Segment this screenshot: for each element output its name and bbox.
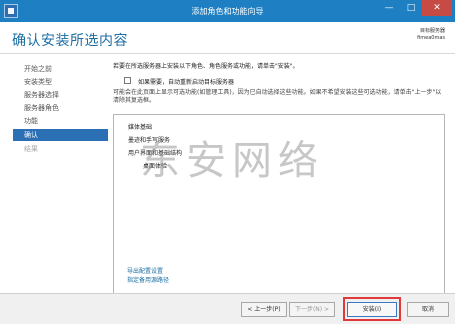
destination-server: 目标服务器 fimea0mas [417, 28, 445, 42]
destination-label: 目标服务器 [419, 28, 445, 34]
wizard-header: 确认安装所选内容 目标服务器 fimea0mas [0, 22, 455, 54]
install-highlight-box [343, 297, 401, 321]
watermark: 东安网络 [140, 138, 324, 184]
intro-text: 若要在所选服务器上安装以下角色、角色服务或功能，请单击"安装"。 [113, 63, 299, 70]
step-features[interactable]: 功能 [24, 115, 102, 127]
alternate-source-link[interactable]: 指定备用源路径 [127, 276, 169, 285]
restart-checkbox[interactable] [124, 77, 131, 84]
destination-name: fimea0mas [417, 35, 445, 41]
page-title: 确认安装所选内容 [12, 33, 128, 49]
maximize-button[interactable]: □ [400, 0, 422, 16]
close-button[interactable]: ✕ [422, 0, 452, 16]
step-confirmation[interactable]: 确认 [13, 129, 108, 141]
window-controls: — □ ✕ [378, 0, 452, 16]
minimize-button[interactable]: — [378, 0, 400, 16]
step-server-roles[interactable]: 服务器角色 [24, 102, 102, 114]
title-bar: 添加角色和功能向导 — □ ✕ [0, 0, 455, 22]
wizard-steps: 开始之前 安装类型 服务器选择 服务器角色 功能 确认 结果 [0, 55, 108, 293]
step-results: 结果 [24, 145, 38, 153]
optional-features-note: 可能会在此页面上显示可选功能(如管理工具)，因为已自动选择这些功能。如果不希望安… [113, 89, 442, 104]
export-config-link[interactable]: 导出配置设置 [127, 267, 169, 276]
step-before-you-begin[interactable]: 开始之前 [24, 63, 102, 75]
previous-button[interactable]: < 上一步(P) [241, 302, 287, 317]
step-server-selection[interactable]: 服务器选择 [24, 89, 102, 101]
next-button: 下一步(N) > [289, 302, 335, 317]
step-installation-type[interactable]: 安装类型 [24, 76, 102, 88]
restart-checkbox-label[interactable]: 如果需要，自动重新启动目标服务器 [138, 77, 234, 86]
cancel-button[interactable]: 取消 [407, 302, 449, 317]
config-links: 导出配置设置 指定备用源路径 [127, 267, 169, 285]
